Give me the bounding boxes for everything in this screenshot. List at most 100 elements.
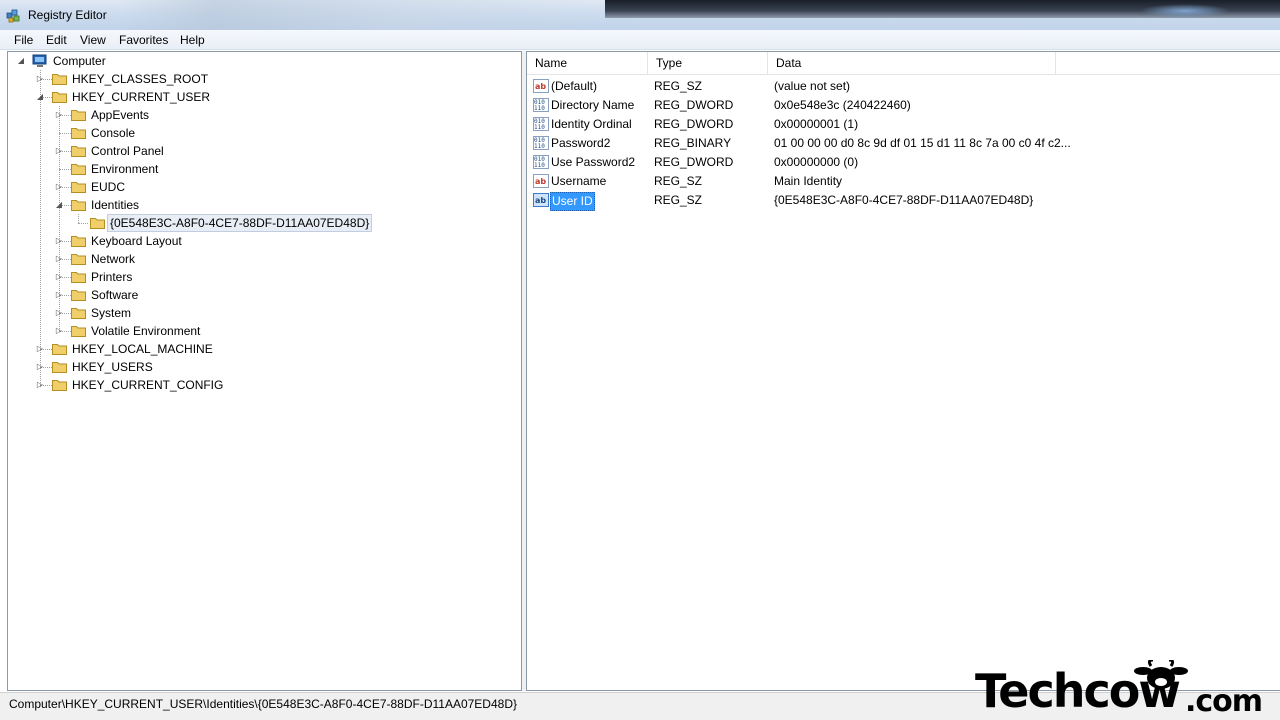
tree-node-volatile-environment[interactable]: ▷ Volatile Environment	[8, 322, 308, 340]
folder-open-icon	[90, 218, 105, 229]
value-data: 01 00 00 00 d0 8c 9d df 01 15 d1 11 8c 7…	[774, 136, 1071, 150]
folder-open-icon	[52, 92, 67, 103]
value-row-directory-name[interactable]: 010 110 Directory Name REG_DWORD 0x0e548e…	[527, 96, 1280, 115]
tree-node-computer[interactable]: ◢ Computer	[8, 52, 208, 70]
svg-text:110: 110	[534, 162, 545, 169]
value-row-user-id[interactable]: ab User ID REG_SZ {0E548E3C-A8F0-4CE7-88…	[527, 191, 1280, 211]
menu-favorites[interactable]: Favorites	[119, 33, 168, 47]
binary-value-icon: 010110	[533, 155, 549, 169]
folder-icon	[71, 254, 86, 265]
tree-node-keyboard-layout[interactable]: ▷ Keyboard Layout	[8, 232, 308, 250]
tree-node-printers[interactable]: ▷ Printers	[8, 268, 308, 286]
value-row-password2[interactable]: 010 110 Password2 REG_BINARY 01 00 00 00 …	[527, 134, 1280, 153]
folder-icon	[71, 290, 86, 301]
status-path: Computer\HKEY_CURRENT_USER\Identities\{0…	[9, 697, 517, 711]
folder-icon	[71, 182, 86, 193]
expand-arrow-icon[interactable]: ▷	[54, 106, 64, 124]
tree-label: Computer	[53, 54, 106, 68]
string-value-icon: ab	[533, 79, 549, 93]
techcow-watermark: Techcow .com	[975, 660, 1265, 720]
cow-head-icon	[1134, 660, 1188, 689]
values-list[interactable]: Name Type Data ab (Default) REG_SZ (valu…	[526, 51, 1280, 691]
svg-text:ab: ab	[535, 82, 546, 91]
tree-node-hkey-classes-root[interactable]: ▷ HKEY_CLASSES_ROOT	[8, 70, 308, 88]
tree-label: HKEY_CURRENT_USER	[72, 90, 211, 104]
registry-editor-icon	[6, 9, 20, 23]
expand-arrow-icon[interactable]: ▷	[54, 178, 64, 196]
column-header-name[interactable]: Name	[527, 52, 648, 74]
value-data: Main Identity	[774, 174, 843, 188]
folder-icon	[71, 272, 86, 283]
window-title: Registry Editor	[28, 8, 107, 22]
value-row-use-password2[interactable]: 010 110 Use Password2 REG_DWORD 0x0000000…	[527, 153, 1280, 172]
column-header-data[interactable]: Data	[768, 52, 1056, 74]
tree-node-hkey-current-config[interactable]: ▷ HKEY_CURRENT_CONFIG	[8, 376, 308, 394]
expand-arrow-icon[interactable]: ▷	[35, 340, 45, 358]
expand-arrow-icon[interactable]: ▷	[54, 268, 64, 286]
tree-label: HKEY_USERS	[72, 360, 153, 374]
tree-node-environment[interactable]: Environment	[8, 160, 308, 178]
expand-arrow-icon[interactable]: ▷	[35, 358, 45, 376]
tree-label: Keyboard Layout	[91, 234, 182, 248]
title-bar[interactable]: Registry Editor	[0, 0, 1280, 30]
menu-view[interactable]: View	[80, 33, 106, 47]
tree-label: Volatile Environment	[91, 324, 201, 338]
expand-arrow-icon[interactable]: ▷	[35, 70, 45, 88]
menu-help[interactable]: Help	[180, 33, 205, 47]
tree-node-hkey-users[interactable]: ▷ HKEY_USERS	[8, 358, 308, 376]
tree-node-identities[interactable]: ◢ Identities	[8, 196, 308, 214]
collapse-arrow-icon[interactable]: ◢	[54, 196, 64, 214]
expand-arrow-icon[interactable]: ▷	[54, 232, 64, 250]
expand-arrow-icon[interactable]: ▷	[35, 376, 45, 394]
value-data: {0E548E3C-A8F0-4CE7-88DF-D11AA07ED48D}	[774, 193, 1034, 207]
menu-edit[interactable]: Edit	[46, 33, 67, 47]
tree-node-control-panel[interactable]: ▷ Control Panel	[8, 142, 308, 160]
tree-label: HKEY_LOCAL_MACHINE	[72, 342, 213, 356]
folder-icon	[71, 236, 86, 247]
folder-open-icon	[71, 200, 86, 211]
tree-node-network[interactable]: ▷ Network	[8, 250, 308, 268]
value-row-default[interactable]: ab (Default) REG_SZ (value not set)	[527, 77, 1280, 96]
svg-text:110: 110	[534, 124, 545, 131]
menu-bar: File Edit View Favorites Help	[0, 30, 1280, 50]
menu-file[interactable]: File	[14, 33, 33, 47]
expand-arrow-icon[interactable]: ▷	[54, 250, 64, 268]
tree-node-identity-guid[interactable]: {0E548E3C-A8F0-4CE7-88DF-D11AA07ED48D}	[8, 214, 408, 232]
string-value-icon: ab	[533, 174, 549, 188]
value-row-username[interactable]: ab Username REG_SZ Main Identity	[527, 172, 1280, 191]
svg-text:ab: ab	[535, 177, 546, 186]
tree-node-appevents[interactable]: ▷ AppEvents	[8, 106, 308, 124]
folder-icon	[52, 74, 67, 85]
folder-icon	[71, 128, 86, 139]
background-blur	[120, 0, 590, 30]
folder-icon	[52, 362, 67, 373]
tree-label: EUDC	[91, 180, 126, 194]
folder-icon	[52, 380, 67, 391]
expand-arrow-icon[interactable]: ▷	[54, 304, 64, 322]
folder-icon	[52, 344, 67, 355]
svg-text:110: 110	[534, 105, 545, 112]
value-row-identity-ordinal[interactable]: 010 110 Identity Ordinal REG_DWORD 0x0000…	[527, 115, 1280, 134]
tree-node-software[interactable]: ▷ Software	[8, 286, 308, 304]
tree-node-hkey-current-user[interactable]: ◢ HKEY_CURRENT_USER	[8, 88, 308, 106]
tree-label: {0E548E3C-A8F0-4CE7-88DF-D11AA07ED48D}	[107, 214, 373, 232]
collapse-arrow-icon[interactable]: ◢	[16, 52, 26, 70]
tree-node-console[interactable]: Console	[8, 124, 308, 142]
collapse-arrow-icon[interactable]: ◢	[35, 88, 45, 106]
expand-arrow-icon[interactable]: ▷	[54, 286, 64, 304]
tree-label: AppEvents	[91, 108, 150, 122]
tree-node-system[interactable]: ▷ System	[8, 304, 308, 322]
tree-node-hkey-local-machine[interactable]: ▷ HKEY_LOCAL_MACHINE	[8, 340, 308, 358]
tree-node-eudc[interactable]: ▷ EUDC	[8, 178, 308, 196]
expand-arrow-icon[interactable]: ▷	[54, 322, 64, 340]
value-type: REG_DWORD	[654, 98, 734, 112]
value-data: 0x00000001 (1)	[774, 117, 859, 131]
key-tree[interactable]: ◢ Computer ▷ HKEY_CLASSES_ROOT ◢ HKEY_CU…	[7, 51, 522, 691]
column-header-type[interactable]: Type	[648, 52, 768, 74]
background-window-strip	[605, 0, 1280, 18]
watermark-suffix: .com	[1185, 684, 1263, 719]
tree-label: HKEY_CURRENT_CONFIG	[72, 378, 224, 392]
tree-label: Printers	[91, 270, 133, 284]
value-type: REG_SZ	[654, 174, 703, 188]
expand-arrow-icon[interactable]: ▷	[54, 142, 64, 160]
